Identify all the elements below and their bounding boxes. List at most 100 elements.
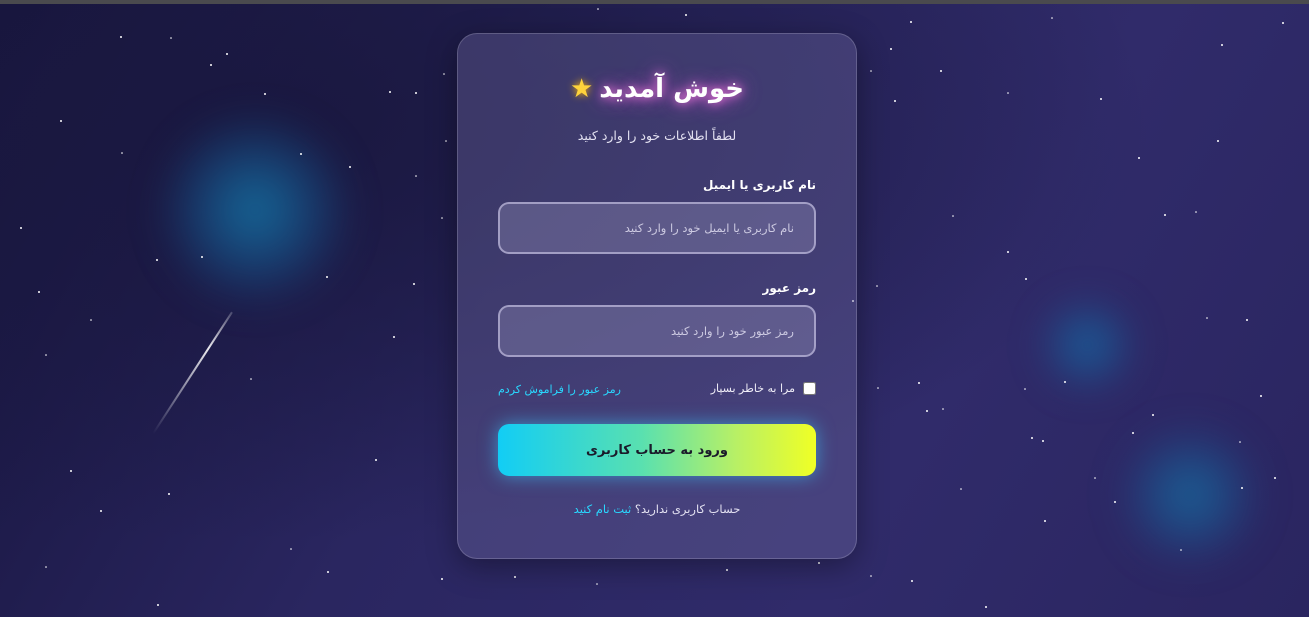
star bbox=[870, 70, 872, 72]
star bbox=[926, 410, 928, 412]
star bbox=[1042, 440, 1044, 442]
login-card: خوش آمدید★ لطفاً اطلاعات خود را وارد کنی… bbox=[457, 33, 857, 559]
star bbox=[157, 604, 159, 606]
star bbox=[952, 215, 954, 217]
star bbox=[1051, 17, 1053, 19]
star bbox=[1064, 381, 1066, 383]
star bbox=[168, 493, 170, 495]
star bbox=[375, 459, 377, 461]
star bbox=[45, 566, 47, 568]
star bbox=[170, 37, 172, 39]
star bbox=[890, 48, 892, 50]
star bbox=[1239, 441, 1241, 443]
star bbox=[1217, 140, 1219, 142]
username-label: نام کاربری یا ایمیل bbox=[703, 178, 816, 192]
star bbox=[877, 387, 879, 389]
star bbox=[60, 120, 62, 122]
forgot-password-link[interactable]: رمز عبور را فراموش کردم bbox=[498, 383, 621, 396]
star bbox=[1164, 214, 1166, 216]
username-input[interactable] bbox=[498, 202, 816, 254]
star bbox=[1221, 44, 1223, 46]
star bbox=[201, 256, 203, 258]
star bbox=[942, 408, 944, 410]
password-input[interactable] bbox=[498, 305, 816, 357]
star bbox=[1206, 317, 1208, 319]
shooting-star bbox=[152, 311, 233, 435]
star-icon: ★ bbox=[569, 74, 594, 104]
subtitle: لطفاً اطلاعات خود را وارد کنید bbox=[577, 128, 737, 143]
star bbox=[1152, 414, 1154, 416]
star bbox=[1180, 549, 1182, 551]
background-glow bbox=[1040, 300, 1135, 390]
star bbox=[1044, 520, 1046, 522]
star bbox=[514, 576, 516, 578]
star bbox=[910, 21, 912, 23]
star bbox=[441, 217, 443, 219]
star bbox=[960, 488, 962, 490]
login-options: مرا به خاطر بسپار رمز عبور را فراموش کرد… bbox=[498, 382, 816, 400]
star bbox=[290, 548, 292, 550]
star bbox=[300, 153, 302, 155]
star bbox=[911, 580, 913, 582]
star bbox=[413, 283, 415, 285]
star bbox=[70, 470, 72, 472]
star bbox=[1260, 395, 1262, 397]
star bbox=[1007, 251, 1009, 253]
star bbox=[726, 569, 728, 571]
star bbox=[45, 354, 47, 356]
password-label: رمز عبور bbox=[762, 281, 816, 295]
star bbox=[870, 575, 872, 577]
star bbox=[876, 285, 878, 287]
star bbox=[1246, 319, 1248, 321]
signup-prompt: حساب کاربری ندارید؟ bbox=[634, 502, 741, 516]
star bbox=[1138, 157, 1140, 159]
star bbox=[940, 70, 942, 72]
star bbox=[441, 578, 443, 580]
star bbox=[415, 175, 417, 177]
star bbox=[90, 319, 92, 321]
star bbox=[1282, 22, 1284, 24]
star bbox=[389, 91, 391, 93]
star bbox=[1094, 477, 1096, 479]
star bbox=[250, 378, 252, 380]
star bbox=[1031, 437, 1033, 439]
star bbox=[1132, 432, 1134, 434]
star bbox=[1274, 477, 1276, 479]
star bbox=[1025, 278, 1027, 280]
star bbox=[393, 336, 395, 338]
star bbox=[349, 166, 351, 168]
star bbox=[1024, 388, 1026, 390]
background-glow bbox=[160, 115, 350, 305]
title-row: خوش آمدید★ bbox=[458, 74, 856, 104]
star bbox=[1007, 92, 1009, 94]
star bbox=[210, 64, 212, 66]
star bbox=[597, 8, 599, 10]
star bbox=[818, 562, 820, 564]
star bbox=[226, 53, 228, 55]
star bbox=[985, 606, 987, 608]
star bbox=[38, 291, 40, 293]
star bbox=[156, 259, 158, 261]
star bbox=[121, 152, 123, 154]
star bbox=[100, 510, 102, 512]
star bbox=[918, 382, 920, 384]
star bbox=[415, 92, 417, 94]
login-button[interactable]: ورود به حساب کاربری bbox=[498, 424, 816, 476]
star bbox=[1114, 501, 1116, 503]
star bbox=[685, 14, 687, 16]
signup-link[interactable]: ثبت نام کنید bbox=[574, 502, 632, 516]
star bbox=[1241, 487, 1243, 489]
star bbox=[1195, 211, 1197, 213]
star bbox=[327, 571, 329, 573]
page-title: خوش آمدید bbox=[599, 74, 745, 104]
window-top-bar bbox=[0, 0, 1309, 4]
remember-me: مرا به خاطر بسپار bbox=[711, 382, 816, 395]
background-glow bbox=[1120, 425, 1260, 565]
star bbox=[445, 140, 447, 142]
star bbox=[596, 583, 598, 585]
remember-me-checkbox[interactable] bbox=[803, 382, 816, 395]
signup-row: حساب کاربری ندارید؟ ثبت نام کنید bbox=[458, 502, 856, 516]
star bbox=[443, 73, 445, 75]
star bbox=[264, 93, 266, 95]
remember-me-label[interactable]: مرا به خاطر بسپار bbox=[711, 382, 795, 395]
